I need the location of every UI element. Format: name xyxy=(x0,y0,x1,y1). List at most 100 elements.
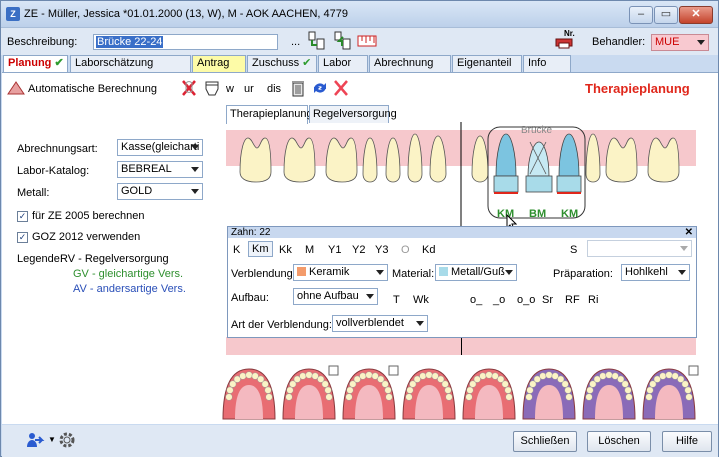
remove-tooth-icon[interactable] xyxy=(179,79,199,97)
art-verblendung-select[interactable]: vollverblendet xyxy=(332,315,428,332)
tab-antrag[interactable]: Antrag xyxy=(192,55,246,72)
chevron-down-icon xyxy=(366,294,374,299)
material-select[interactable]: Metall/Guß xyxy=(435,264,517,281)
jaw-thumbnail[interactable] xyxy=(342,368,396,420)
check-icon: ✔ xyxy=(302,57,312,69)
paste-plan-icon[interactable] xyxy=(334,31,352,51)
jaw-checkbox[interactable] xyxy=(328,365,339,376)
ur-button[interactable]: ur xyxy=(244,83,254,95)
refresh-icon[interactable] xyxy=(310,79,330,97)
jaw-thumbnail[interactable] xyxy=(522,368,576,420)
gear-icon[interactable] xyxy=(57,430,77,450)
check-icon: ✔ xyxy=(54,57,64,69)
nr-label: Nr. xyxy=(564,29,575,38)
key-t[interactable]: T xyxy=(393,294,400,306)
key-sr[interactable]: Sr xyxy=(542,294,553,306)
jaw-checkbox[interactable] xyxy=(388,365,399,376)
key-wk[interactable]: Wk xyxy=(413,294,429,306)
verblendung-value: Keramik xyxy=(309,266,350,278)
minimize-button[interactable]: – xyxy=(629,6,653,24)
chevron-down-icon xyxy=(505,270,513,275)
crown-icon[interactable] xyxy=(202,79,222,97)
praeparation-select[interactable]: Hohlkehl xyxy=(621,264,690,281)
beschreibung-value: Brücke 22-24 xyxy=(96,36,164,48)
ruler-icon[interactable] xyxy=(357,34,377,48)
trash-icon[interactable] xyxy=(291,79,305,97)
tooth-calc-icon[interactable] xyxy=(6,80,26,96)
clear-icon[interactable] xyxy=(331,79,351,97)
tab-abrechnung[interactable]: Abrechnung xyxy=(369,55,451,72)
schliessen-button[interactable]: Schließen xyxy=(513,431,577,452)
tab-zuschuss[interactable]: Zuschuss ✔ xyxy=(247,55,317,72)
key-kk[interactable]: Kk xyxy=(279,244,292,256)
key-kd[interactable]: Kd xyxy=(422,244,435,256)
key-y2[interactable]: Y2 xyxy=(352,244,365,256)
key-m[interactable]: M xyxy=(305,244,314,256)
main-window: Z ZE - Müller, Jessica *01.01.2000 (13, … xyxy=(0,0,719,457)
key-o-right[interactable]: _o xyxy=(493,294,505,306)
dis-button[interactable]: dis xyxy=(267,83,281,95)
chevron-down-icon[interactable]: ▼ xyxy=(48,435,56,444)
subtab-regelversorgung[interactable]: Regelversorgung xyxy=(309,105,397,123)
loeschen-button[interactable]: Löschen xyxy=(587,431,651,452)
tab-label: Zuschuss xyxy=(252,57,300,69)
chevron-down-icon xyxy=(191,145,199,150)
abrechnungsart-select[interactable]: Kasse(gleicharti xyxy=(117,139,203,156)
behandler-select[interactable]: MUE xyxy=(651,34,709,51)
labor-katalog-value: BEBREAL xyxy=(121,163,172,175)
metall-select[interactable]: GOLD xyxy=(117,183,203,200)
key-rf[interactable]: RF xyxy=(565,294,580,306)
goz2012-checkbox[interactable]: ✓ xyxy=(17,232,28,243)
jaw-thumbnail[interactable] xyxy=(282,368,336,420)
copy-plan-icon[interactable] xyxy=(308,31,326,51)
key-km[interactable]: Km xyxy=(248,241,273,257)
behandler-label: Behandler: xyxy=(592,36,646,48)
chevron-down-icon xyxy=(191,167,199,172)
key-o-both[interactable]: o_o xyxy=(517,294,535,306)
jaw-thumbnail[interactable] xyxy=(642,368,696,420)
popup-close-button[interactable]: ✕ xyxy=(685,227,693,238)
tab-labor[interactable]: Labor xyxy=(318,55,368,72)
material-value: Metall/Guß xyxy=(451,266,505,278)
jaw-thumbnail[interactable] xyxy=(402,368,456,420)
tab-info[interactable]: Info xyxy=(523,55,571,72)
chevron-down-icon xyxy=(416,321,424,326)
key-o-left[interactable]: o_ xyxy=(470,294,482,306)
jaw-thumbnail[interactable] xyxy=(582,368,636,420)
tab-laborschaetzung[interactable]: Laborschätzung xyxy=(70,55,191,72)
jaw-thumbnail[interactable] xyxy=(462,368,516,420)
popup-title: Zahn: 22 xyxy=(231,227,271,238)
jaw-thumbnail[interactable] xyxy=(222,368,276,420)
aufbau-label: Aufbau: xyxy=(231,292,269,304)
ze2005-label: für ZE 2005 berechnen xyxy=(32,210,145,222)
tab-bar: Planung ✔ Laborschätzung Antrag Zuschuss… xyxy=(3,55,718,73)
key-ri[interactable]: Ri xyxy=(588,294,598,306)
jaw-thumbnails xyxy=(222,365,699,420)
metall-label: Metall: xyxy=(17,187,50,199)
beschreibung-input[interactable]: Brücke 22-24 xyxy=(93,34,278,50)
key-k[interactable]: K xyxy=(233,244,240,256)
key-y3[interactable]: Y3 xyxy=(375,244,388,256)
tab-planung[interactable]: Planung ✔ xyxy=(3,55,68,73)
s-select[interactable] xyxy=(587,240,692,257)
behandler-value: MUE xyxy=(655,36,680,48)
bridge-label: Brücke xyxy=(521,125,553,136)
maximize-button[interactable]: ▭ xyxy=(654,6,678,24)
page-heading: Therapieplanung xyxy=(585,81,690,96)
bridge-marker xyxy=(557,192,581,194)
ceramic-swatch xyxy=(297,267,306,276)
hilfe-button[interactable]: Hilfe xyxy=(662,431,712,452)
dental-chart[interactable] xyxy=(226,122,696,226)
verblendung-select[interactable]: Keramik xyxy=(293,264,388,281)
key-y1[interactable]: Y1 xyxy=(328,244,341,256)
auto-calc-label[interactable]: Automatische Berechnung xyxy=(28,83,157,95)
aufbau-select[interactable]: ohne Aufbau xyxy=(293,288,378,305)
w-button[interactable]: w xyxy=(226,83,234,95)
close-button[interactable]: ✕ xyxy=(679,6,713,24)
ellipsis-button[interactable]: ... xyxy=(291,36,300,48)
jaw-checkbox[interactable] xyxy=(688,365,699,376)
labor-katalog-select[interactable]: BEBREAL xyxy=(117,161,203,178)
ze2005-checkbox[interactable]: ✓ xyxy=(17,211,28,222)
patient-arrow-icon[interactable] xyxy=(25,431,47,449)
tab-eigenanteil[interactable]: Eigenanteil xyxy=(452,55,522,72)
